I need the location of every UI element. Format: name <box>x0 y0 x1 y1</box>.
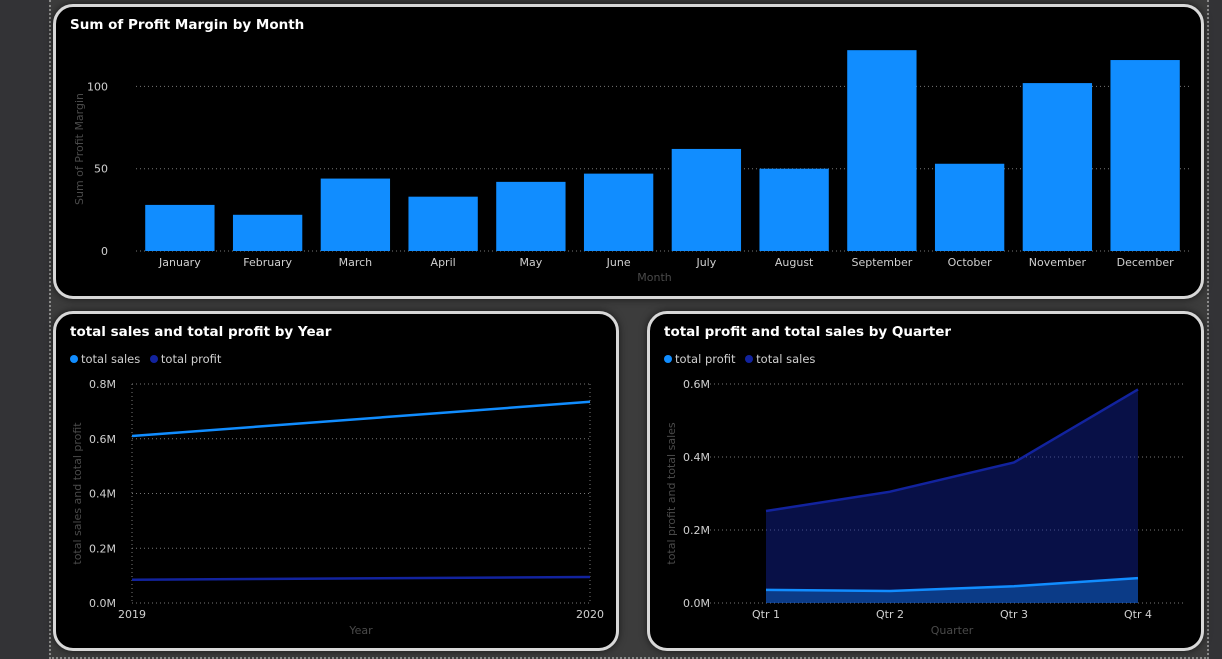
y-tick-label: 0.4M <box>683 451 710 464</box>
x-tick-label: January <box>158 256 201 269</box>
bar-july <box>671 148 742 251</box>
area-chart: 0.0M 0.2M 0.4M 0.6M Qtr 1 Qtr 2 Qtr 3 Qtr 4 Quar… <box>665 378 1186 637</box>
y-axis-title: total sales and total profit <box>71 422 84 565</box>
bar-may <box>496 181 566 251</box>
series-line-total-sales <box>131 400 591 438</box>
x-axis-title: Quarter <box>931 624 974 637</box>
x-tick-label: Qtr 2 <box>876 608 904 621</box>
bar-september <box>847 50 917 251</box>
sales-profit-by-year-visual[interactable]: total sales and total profit by Year tot… <box>53 311 619 651</box>
x-tick-label: Qtr 4 <box>1124 608 1152 621</box>
bar-june <box>583 173 654 251</box>
x-tick-label: December <box>1117 256 1175 269</box>
y-tick-label: 0.8M <box>89 378 116 391</box>
y-tick-label: 0.2M <box>683 524 710 537</box>
y-axis-title: total profit and total sales <box>665 422 678 565</box>
bar-march <box>320 178 391 251</box>
x-axis-title: Month <box>637 271 672 284</box>
x-axis-title: Year <box>348 624 373 637</box>
bar-chart: 0 50 100 January February March April May June Ju… <box>73 50 1189 284</box>
y-tick-label: 100 <box>87 80 108 93</box>
x-tick-label: Qtr 3 <box>1000 608 1028 621</box>
x-tick-label: November <box>1029 256 1087 269</box>
y-tick-label: 0.0M <box>89 597 116 610</box>
x-tick-label: March <box>339 256 373 269</box>
bar-august <box>759 168 829 251</box>
bar-april <box>408 196 478 251</box>
x-tick-label: February <box>243 256 292 269</box>
x-tick-label: September <box>851 256 912 269</box>
series-line-total-profit <box>131 575 591 581</box>
y-tick-label: 0.6M <box>683 378 710 391</box>
x-tick-label: June <box>606 256 631 269</box>
x-tick-label: May <box>520 256 543 269</box>
x-tick-label: 2019 <box>118 608 146 621</box>
y-tick-label: 0.0M <box>683 597 710 610</box>
profit-margin-by-month-visual[interactable]: Sum of Profit Margin by Month 0 50 100 Janu… <box>53 4 1204 299</box>
y-tick-label: 0.2M <box>89 542 116 555</box>
y-tick-label: 50 <box>94 163 108 176</box>
y-tick-label: 0.4M <box>89 488 116 501</box>
y-tick-label: 0 <box>101 245 108 258</box>
y-tick-label: 0.6M <box>89 433 116 446</box>
x-tick-label: October <box>948 256 992 269</box>
bar-february <box>232 214 303 251</box>
x-tick-label: April <box>431 256 456 269</box>
bar-october <box>934 163 1005 251</box>
bar-november <box>1022 83 1093 251</box>
x-tick-label: July <box>695 256 716 269</box>
x-tick-label: 2020 <box>576 608 604 621</box>
y-axis-title: Sum of Profit Margin <box>73 93 86 205</box>
x-tick-label: Qtr 1 <box>752 608 780 621</box>
x-tick-label: August <box>775 256 814 269</box>
line-chart: 0.0M 0.2M 0.4M 0.6M 0.8M 2019 2020 Year total sa… <box>71 378 604 637</box>
bar-december <box>1110 60 1180 251</box>
profit-sales-by-quarter-visual[interactable]: total profit and total sales by Quarter … <box>647 311 1204 651</box>
bar-january <box>145 204 215 251</box>
